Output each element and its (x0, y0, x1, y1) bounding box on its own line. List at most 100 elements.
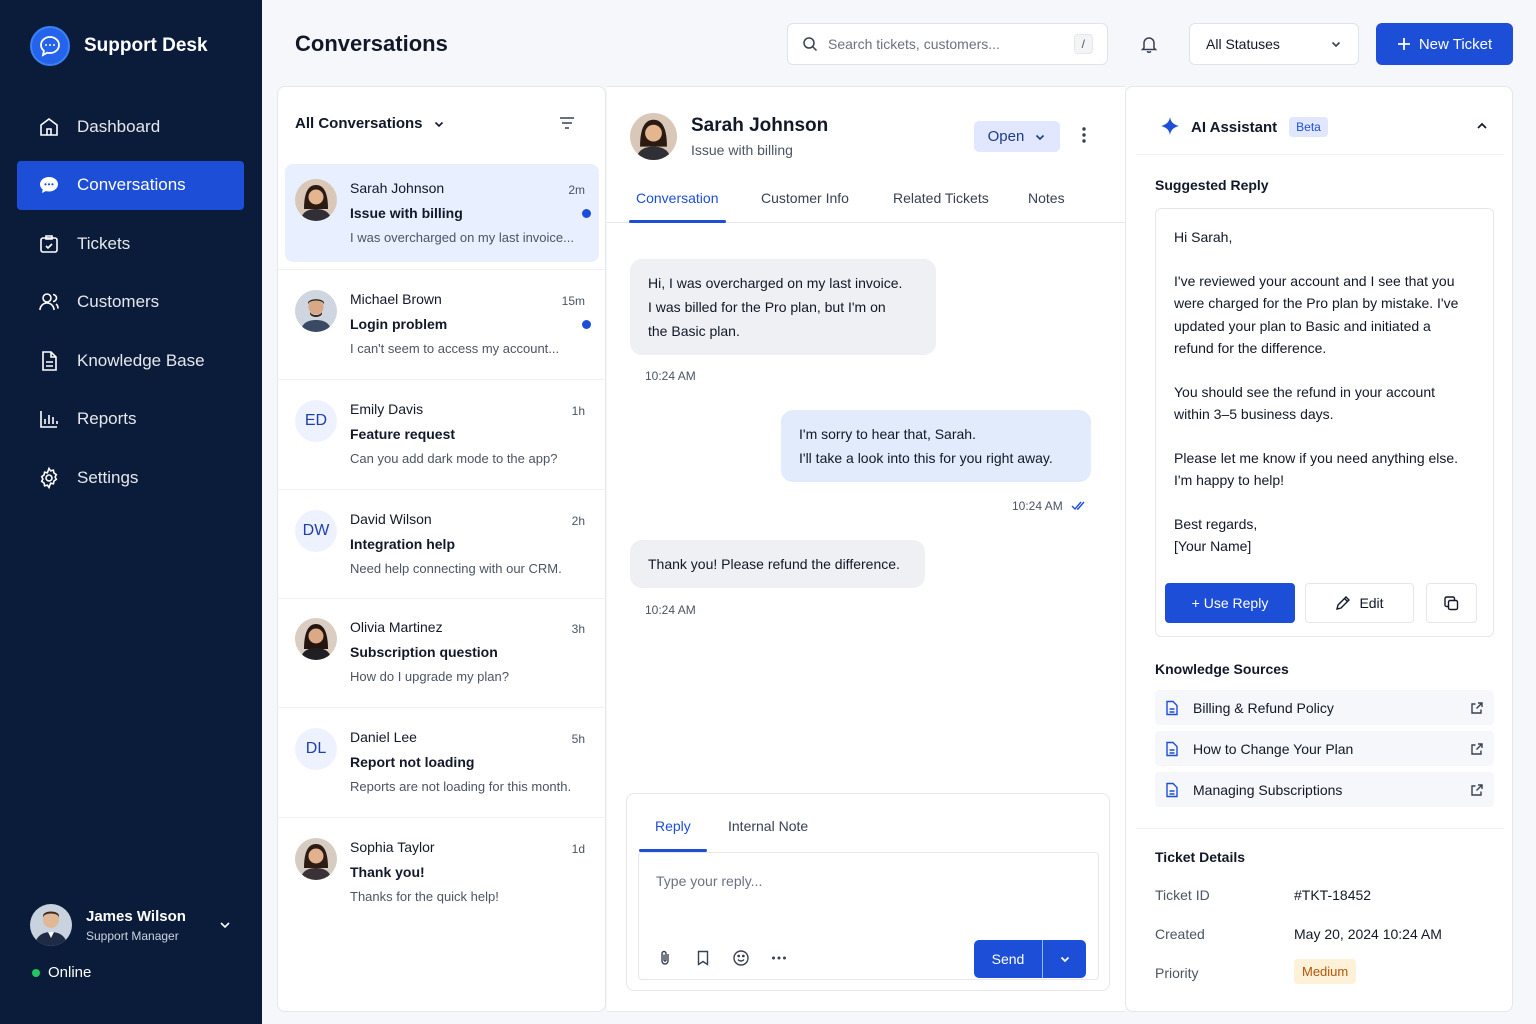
suggested-reply-paragraph: Hi Sarah, (1174, 229, 1233, 245)
use-reply-button[interactable]: + Use Reply (1165, 583, 1295, 623)
nav-label: Reports (77, 409, 137, 428)
external-link-icon (1471, 701, 1483, 714)
conversation-time: 3h (571, 622, 585, 636)
main-nav: Dashboard Conversations Tickets Customer… (17, 102, 244, 512)
divider (278, 598, 607, 599)
nav-item-reports[interactable]: Reports (17, 395, 244, 444)
send-button[interactable]: Send (974, 951, 1042, 967)
paperclip-icon[interactable] (656, 949, 674, 967)
message-line: I'll take a look into this for you right… (799, 450, 1053, 466)
reply-composer: Reply Internal Note Type your reply... S… (626, 793, 1110, 991)
knowledge-source-link[interactable]: Billing & Refund Policy (1155, 690, 1494, 725)
emoji-icon[interactable] (732, 949, 750, 967)
new-ticket-label: New Ticket (1418, 35, 1493, 53)
brand[interactable]: Support Desk (30, 26, 208, 66)
suggested-reply-paragraph: Best regards, [Your Name] (1174, 515, 1258, 555)
reply-placeholder: Type your reply... (656, 873, 763, 889)
ticket-icon (40, 234, 58, 253)
avatar (295, 290, 337, 332)
message-bubble: I'm sorry to hear that, Sarah. I'll take… (781, 410, 1091, 482)
knowledge-source-label: Managing Subscriptions (1193, 781, 1343, 798)
bell-icon (1140, 37, 1158, 53)
chevron-down-icon (1036, 134, 1045, 140)
avatar (295, 618, 337, 660)
current-user[interactable]: James Wilson Support Manager Online (30, 904, 240, 981)
list-item[interactable]: Sophia Taylor 1d Thank you! Thanks for t… (285, 823, 599, 921)
knowledge-source-link[interactable]: How to Change Your Plan (1155, 731, 1494, 766)
chat-bubble-logo-icon (30, 26, 70, 66)
avatar (295, 838, 337, 880)
tab-reply[interactable]: Reply (655, 818, 691, 834)
status-dropdown[interactable]: Open (974, 121, 1060, 152)
more-horizontal-icon[interactable] (770, 949, 788, 967)
nav-label: Settings (77, 467, 139, 487)
tab-related-tickets[interactable]: Related Tickets (893, 190, 989, 206)
conversation-filter-dropdown[interactable]: All Conversations (295, 115, 445, 132)
ai-assistant-panel: AI Assistant Beta Suggested Reply Hi Sar… (1125, 86, 1513, 1012)
search-input[interactable]: Search tickets, customers... (828, 36, 1064, 52)
new-ticket-button[interactable]: New Ticket (1376, 23, 1513, 65)
gear-icon (40, 466, 58, 489)
conversation-time: 5h (571, 732, 585, 746)
collapse-button[interactable] (1475, 119, 1489, 138)
tab-customer-info[interactable]: Customer Info (761, 190, 849, 206)
notifications-button[interactable] (1128, 23, 1170, 65)
list-item[interactable]: Sarah Johnson 2m Issue with billing I wa… (285, 164, 599, 262)
copy-button[interactable] (1426, 583, 1477, 623)
avatar-initials: DW (295, 510, 337, 552)
list-item[interactable]: Olivia Martinez 3h Subscription question… (285, 603, 599, 701)
message-line: I was billed for the Pro plan, but I'm o… (648, 299, 886, 315)
more-options-button[interactable] (1077, 125, 1091, 150)
nav-item-settings[interactable]: Settings (17, 453, 244, 502)
unread-dot-icon (582, 320, 591, 329)
nav-item-dashboard[interactable]: Dashboard (17, 102, 244, 151)
conversation-time: 1d (571, 842, 585, 856)
nav-item-tickets[interactable]: Tickets (17, 219, 244, 268)
chevron-down-icon[interactable] (218, 918, 232, 937)
divider (1136, 154, 1504, 155)
nav-item-customers[interactable]: Customers (17, 278, 244, 327)
message-time: 10:24 AM (645, 603, 696, 617)
status-filter-select[interactable]: All Statuses (1189, 23, 1359, 65)
search-box[interactable]: Search tickets, customers... / (787, 23, 1108, 65)
tab-conversation[interactable]: Conversation (636, 190, 719, 206)
edit-button[interactable]: Edit (1305, 583, 1414, 623)
conversation-subject: Thank you! (350, 864, 425, 880)
priority-badge: Medium (1294, 959, 1357, 984)
list-item[interactable]: DW David Wilson 2h Integration help Need… (285, 495, 599, 593)
filter-button[interactable] (557, 113, 577, 138)
conversation-subject: Issue with billing (691, 142, 793, 158)
divider (278, 817, 607, 818)
avatar (30, 904, 72, 946)
home-icon (40, 117, 58, 136)
conversation-preview: How do I upgrade my plan? (350, 669, 509, 684)
document-icon (42, 350, 57, 371)
list-item[interactable]: Michael Brown 15m Login problem I can't … (285, 275, 599, 373)
tab-notes[interactable]: Notes (1028, 190, 1065, 206)
avatar (295, 179, 337, 221)
external-link-icon (1471, 783, 1483, 796)
conversation-name: David Wilson (350, 511, 432, 527)
external-link-icon (1471, 742, 1483, 755)
bookmark-icon[interactable] (694, 949, 712, 967)
list-item[interactable]: DL Daniel Lee 5h Report not loading Repo… (285, 713, 599, 811)
send-options-button[interactable] (1043, 953, 1086, 965)
nav-item-conversations[interactable]: Conversations (17, 160, 244, 210)
ai-assistant-header: AI Assistant Beta (1159, 116, 1328, 138)
ticket-id-value: #TKT-18452 (1294, 887, 1372, 903)
ticket-id-label: Ticket ID (1155, 887, 1210, 903)
conversation-list: All Conversations Sarah Johnson 2m Issue… (277, 86, 607, 1012)
knowledge-source-link[interactable]: Managing Subscriptions (1155, 772, 1494, 807)
reply-input[interactable]: Type your reply... Send (638, 852, 1099, 980)
list-item[interactable]: ED Emily Davis 1h Feature request Can yo… (285, 385, 599, 483)
page-title: Conversations (295, 31, 448, 56)
tab-internal-note[interactable]: Internal Note (728, 818, 808, 834)
nav-label: Conversations (77, 175, 186, 194)
conversation-preview: Thanks for the quick help! (350, 889, 499, 904)
conversation-time: 15m (561, 294, 585, 308)
nav-item-knowledge-base[interactable]: Knowledge Base (17, 336, 244, 385)
nav-label: Customers (77, 292, 160, 311)
chevron-down-icon (434, 121, 443, 127)
bar-chart-icon (40, 411, 58, 428)
message-timestamp: 10:24 AM (645, 369, 696, 383)
